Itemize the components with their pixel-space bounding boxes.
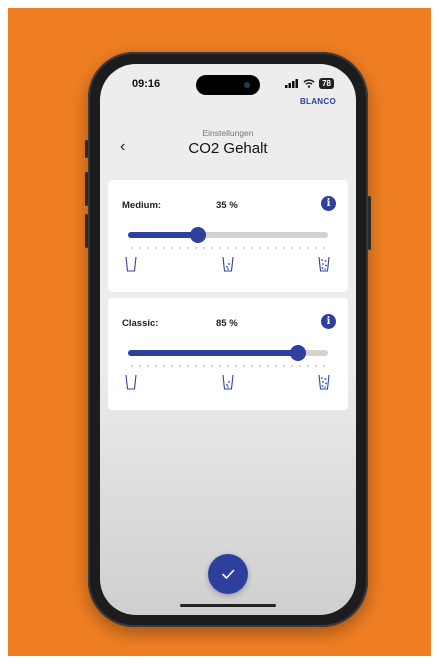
slider-fill [128, 350, 298, 356]
setting-card-classic: Classic: 85 % i [108, 298, 348, 410]
glass-many-bubbles-icon [318, 256, 330, 272]
signal-icon [285, 79, 299, 88]
checkmark-icon [222, 569, 235, 579]
brand-logo: BLANCO [299, 97, 336, 106]
status-icons: 78 [285, 78, 334, 89]
glass-some-bubbles-icon [222, 256, 234, 272]
setting-label: Medium: [122, 200, 162, 211]
status-time: 09:16 [132, 78, 161, 90]
battery-icon: 78 [319, 78, 334, 89]
dynamic-island [196, 75, 260, 95]
volume-down-button [85, 214, 88, 248]
slider-fill [128, 232, 198, 238]
glass-some-bubbles-icon [222, 374, 234, 390]
slider-handle[interactable] [290, 345, 306, 361]
slider-handle[interactable] [190, 227, 206, 243]
glass-empty-icon [125, 256, 137, 272]
info-icon[interactable]: i [321, 196, 336, 211]
setting-value: 35 % [216, 200, 238, 211]
camera-dot [244, 82, 250, 88]
setting-value: 85 % [216, 318, 238, 329]
setting-label: Classic: [122, 318, 159, 329]
info-icon[interactable]: i [321, 314, 336, 329]
power-button [368, 196, 371, 250]
volume-up-button [85, 172, 88, 206]
co2-slider[interactable] [128, 345, 328, 361]
confirm-button[interactable] [208, 554, 248, 594]
home-indicator[interactable] [180, 604, 276, 607]
mute-switch [85, 140, 88, 158]
page-title: CO2 Gehalt [188, 140, 268, 157]
page-subtitle: Einstellungen [202, 128, 254, 138]
wifi-icon [303, 79, 315, 88]
setting-card-medium: Medium: 35 % i [108, 180, 348, 292]
glass-many-bubbles-icon [318, 374, 330, 390]
slider-ticks [128, 247, 328, 249]
app-screen: 09:16 78 BLANCO ‹ Einstellungen CO2 Geha… [100, 64, 356, 615]
slider-ticks [128, 365, 328, 367]
glass-empty-icon [125, 374, 137, 390]
co2-slider[interactable] [128, 227, 328, 243]
